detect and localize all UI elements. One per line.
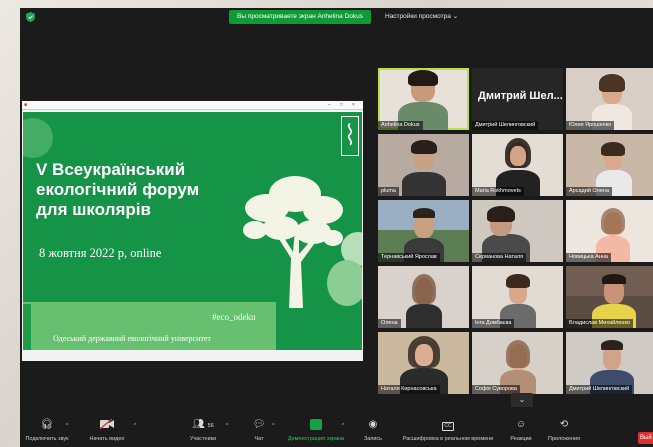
participant-tile[interactable]: Anhelina Dokus	[378, 68, 469, 130]
share-banner: Вы просматриваете экран Anhelina Dokus	[229, 10, 372, 24]
reaction-icon: ☺	[515, 419, 527, 430]
slide-title-line: для школярів	[36, 200, 151, 219]
tree-icon	[243, 176, 343, 308]
participant-tile[interactable]: Дмитрий Шел... Дмитрий Шелинговский	[472, 68, 563, 130]
participant-tile[interactable]: Софія Суворова	[472, 332, 563, 394]
top-bar: Вы просматриваете экран Anhelina Dokus Н…	[20, 8, 653, 26]
app-icon: ■	[24, 102, 28, 108]
participants-count: 56	[207, 423, 214, 429]
participant-tile[interactable]: Владислав Михайленко	[566, 266, 653, 328]
slide-hashtag: #eco_odeku	[212, 312, 256, 322]
participants-icon: 👥︎ 56	[192, 419, 214, 430]
chat-options-caret[interactable]: ^	[272, 423, 274, 429]
chat-button[interactable]: 💬︎ Чат	[244, 413, 274, 447]
cc-icon: CC	[442, 422, 454, 431]
participant-name: Олена	[378, 319, 401, 328]
video-options-caret[interactable]: ^	[134, 423, 136, 429]
participant-name: Дмитрий Шелинговский	[472, 121, 539, 130]
participant-name: Владислав Михайленко	[566, 319, 633, 328]
headphones-icon: 🎧︎	[40, 419, 54, 430]
close-icon: ×	[352, 102, 355, 108]
slide-title-line: екологічний форум	[36, 180, 200, 199]
start-video-button[interactable]: Начать видео	[84, 413, 130, 447]
participant-name: Арсадий Олена	[566, 187, 612, 196]
university-logo	[341, 116, 359, 156]
leave-button[interactable]: Вый	[638, 432, 653, 444]
participant-tile[interactable]: Тернавський Ярослав	[378, 200, 469, 262]
live-transcript-button[interactable]: CC Расшифровка в реальном времени	[396, 413, 500, 447]
view-options-button[interactable]: Настройки просмотра ⌄	[385, 10, 458, 24]
maximize-icon: □	[340, 102, 344, 108]
video-off-icon	[84, 418, 130, 431]
participant-name: Maria Rokhmovets	[472, 187, 524, 196]
participant-tile[interactable]: Maria Rokhmovets	[472, 134, 563, 196]
participant-tile[interactable]: Олена	[378, 266, 469, 328]
participant-big-name: Дмитрий Шел...	[478, 90, 563, 102]
participant-tile[interactable]: Наталя Кирнасовська	[378, 332, 469, 394]
share-options-caret[interactable]: ^	[342, 423, 344, 429]
chat-icon: 💬︎	[252, 419, 266, 430]
participant-name: Дмитрий Шелинговский	[566, 385, 633, 394]
slide-university: Одеський державний екологічний університ…	[53, 334, 211, 343]
participant-name: pluma	[378, 187, 399, 196]
zoom-window: Вы просматриваете экран Anhelina Dokus Н…	[20, 8, 653, 447]
participant-name: Новицька Анна	[566, 253, 611, 262]
presentation-slide: V Всеукраїнський екологічний форум для ш…	[23, 112, 362, 350]
share-screen-button[interactable]: Демонстрация экрана	[284, 413, 348, 447]
apps-button[interactable]: ⟲ Приложения	[542, 413, 586, 447]
participant-tile[interactable]: Інга Домбаєва	[472, 266, 563, 328]
meeting-toolbar: 🎧︎ Подключить звук ^ Начать видео ^ 👥︎ 5…	[20, 413, 653, 447]
shared-window-titlebar: ■ – □ ×	[22, 101, 363, 110]
slide-date: 8 жовтня 2022 р, online	[39, 246, 162, 260]
participant-tile[interactable]: pluma	[378, 134, 469, 196]
participant-name: Тернавський Ярослав	[378, 253, 440, 262]
record-icon: ◉	[368, 419, 378, 430]
participant-tile[interactable]: Юлия Ярошенко	[566, 68, 653, 130]
participant-name: Інга Домбаєва	[472, 319, 515, 328]
participant-name: Серванова Наталя	[472, 253, 527, 262]
participant-tile[interactable]: Арсадий Олена	[566, 134, 653, 196]
participants-options-caret[interactable]: ^	[226, 423, 228, 429]
participant-tile[interactable]: Серванова Наталя	[472, 200, 563, 262]
slide-title-line: V Всеукраїнський	[36, 160, 186, 179]
participant-tile[interactable]: Дмитрий Шелинговский	[566, 332, 653, 394]
record-button[interactable]: ◉ Запись	[358, 413, 388, 447]
shield-icon	[26, 12, 35, 22]
join-audio-button[interactable]: 🎧︎ Подключить звук	[22, 413, 72, 447]
shared-screen: ■ – □ × V Всеукраїнський екологічний фор…	[22, 101, 363, 361]
slide-circle-decoration	[23, 118, 53, 158]
audio-options-caret[interactable]: ^	[66, 423, 68, 429]
participant-name: Наталя Кирнасовська	[378, 385, 440, 394]
reactions-button[interactable]: ☺ Реакции	[506, 413, 536, 447]
participant-name: Юлия Ярошенко	[566, 121, 615, 130]
share-screen-icon	[284, 419, 348, 431]
participant-gallery: Anhelina Dokus Дмитрий Шел... Дмитрий Ше…	[378, 68, 653, 395]
participant-name: Anhelina Dokus	[378, 121, 423, 130]
slide-footer-accent	[23, 304, 31, 350]
gallery-next-page-button[interactable]: ⌄	[511, 393, 533, 407]
apps-icon: ⟲	[559, 419, 569, 430]
participant-tile[interactable]: Новицька Анна	[566, 200, 653, 262]
participants-button[interactable]: 👥︎ 56 Участники	[180, 413, 226, 447]
minimize-icon: –	[328, 102, 331, 108]
